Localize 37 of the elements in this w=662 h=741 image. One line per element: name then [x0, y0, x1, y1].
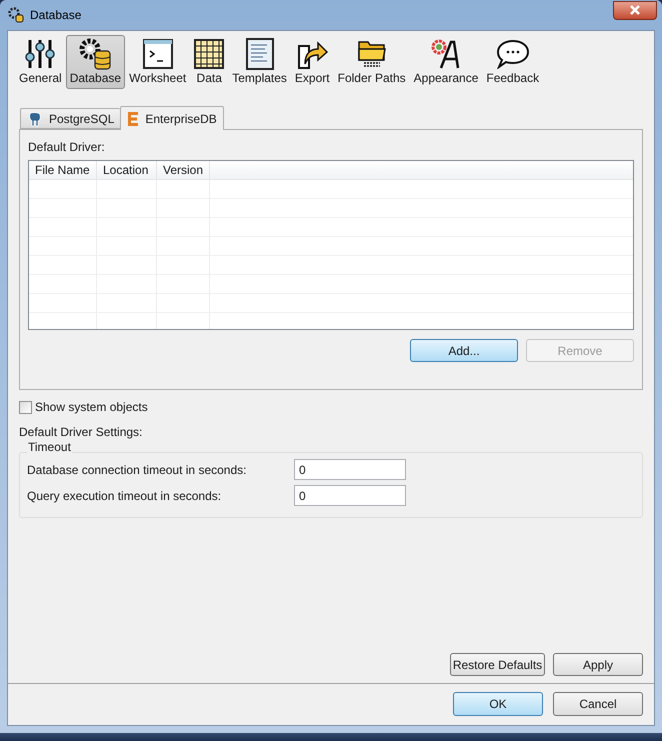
- group-title: Timeout: [27, 440, 72, 454]
- window-title: Database: [30, 7, 82, 24]
- toolbar-tab[interactable]: Appearance: [410, 35, 482, 89]
- document-icon: [244, 38, 275, 70]
- toolbar-tab[interactable]: Feedback: [482, 35, 544, 89]
- toolbar-tab[interactable]: Templates: [228, 35, 291, 89]
- button[interactable]: Add...: [410, 339, 518, 362]
- toolbar-tab[interactable]: Folder Paths: [334, 35, 410, 89]
- field-label: Query execution timeout in seconds:: [27, 488, 222, 504]
- settings-label: Default Driver Settings:: [19, 424, 144, 441]
- checkbox[interactable]: [19, 400, 32, 414]
- toolbar-tab[interactable]: General: [15, 35, 66, 89]
- close-icon: [629, 5, 641, 15]
- button[interactable]: OK: [453, 692, 543, 716]
- speech-bubble-icon: [496, 39, 530, 69]
- default-driver-label: Default Driver:: [28, 139, 106, 154]
- gear-icon: [8, 7, 24, 23]
- button[interactable]: Restore Defaults: [450, 653, 545, 676]
- input-field[interactable]: 0: [294, 459, 406, 480]
- checkbox-label[interactable]: Show system objects: [35, 398, 148, 416]
- column-header[interactable]: Version: [157, 161, 210, 179]
- toolbar-tab[interactable]: Worksheet: [125, 35, 190, 89]
- close-button[interactable]: [613, 0, 657, 20]
- tab[interactable]: EnterpriseDB: [120, 106, 224, 130]
- column-header[interactable]: File Name: [29, 161, 97, 179]
- column-header[interactable]: Location: [97, 161, 157, 179]
- button[interactable]: Cancel: [553, 692, 643, 716]
- grid-icon: [194, 39, 224, 69]
- button[interactable]: Apply: [553, 653, 643, 676]
- tab[interactable]: PostgreSQL: [20, 108, 120, 129]
- toolbar-tab[interactable]: Data: [190, 35, 228, 89]
- input-field[interactable]: 0: [294, 485, 406, 506]
- toolbar-tab[interactable]: Database: [66, 35, 126, 89]
- terminal-icon: [142, 38, 174, 70]
- e-logo-icon: [127, 110, 140, 126]
- toolbar-tab[interactable]: Export: [290, 35, 334, 89]
- field-label: Database connection timeout in seconds:: [27, 462, 248, 478]
